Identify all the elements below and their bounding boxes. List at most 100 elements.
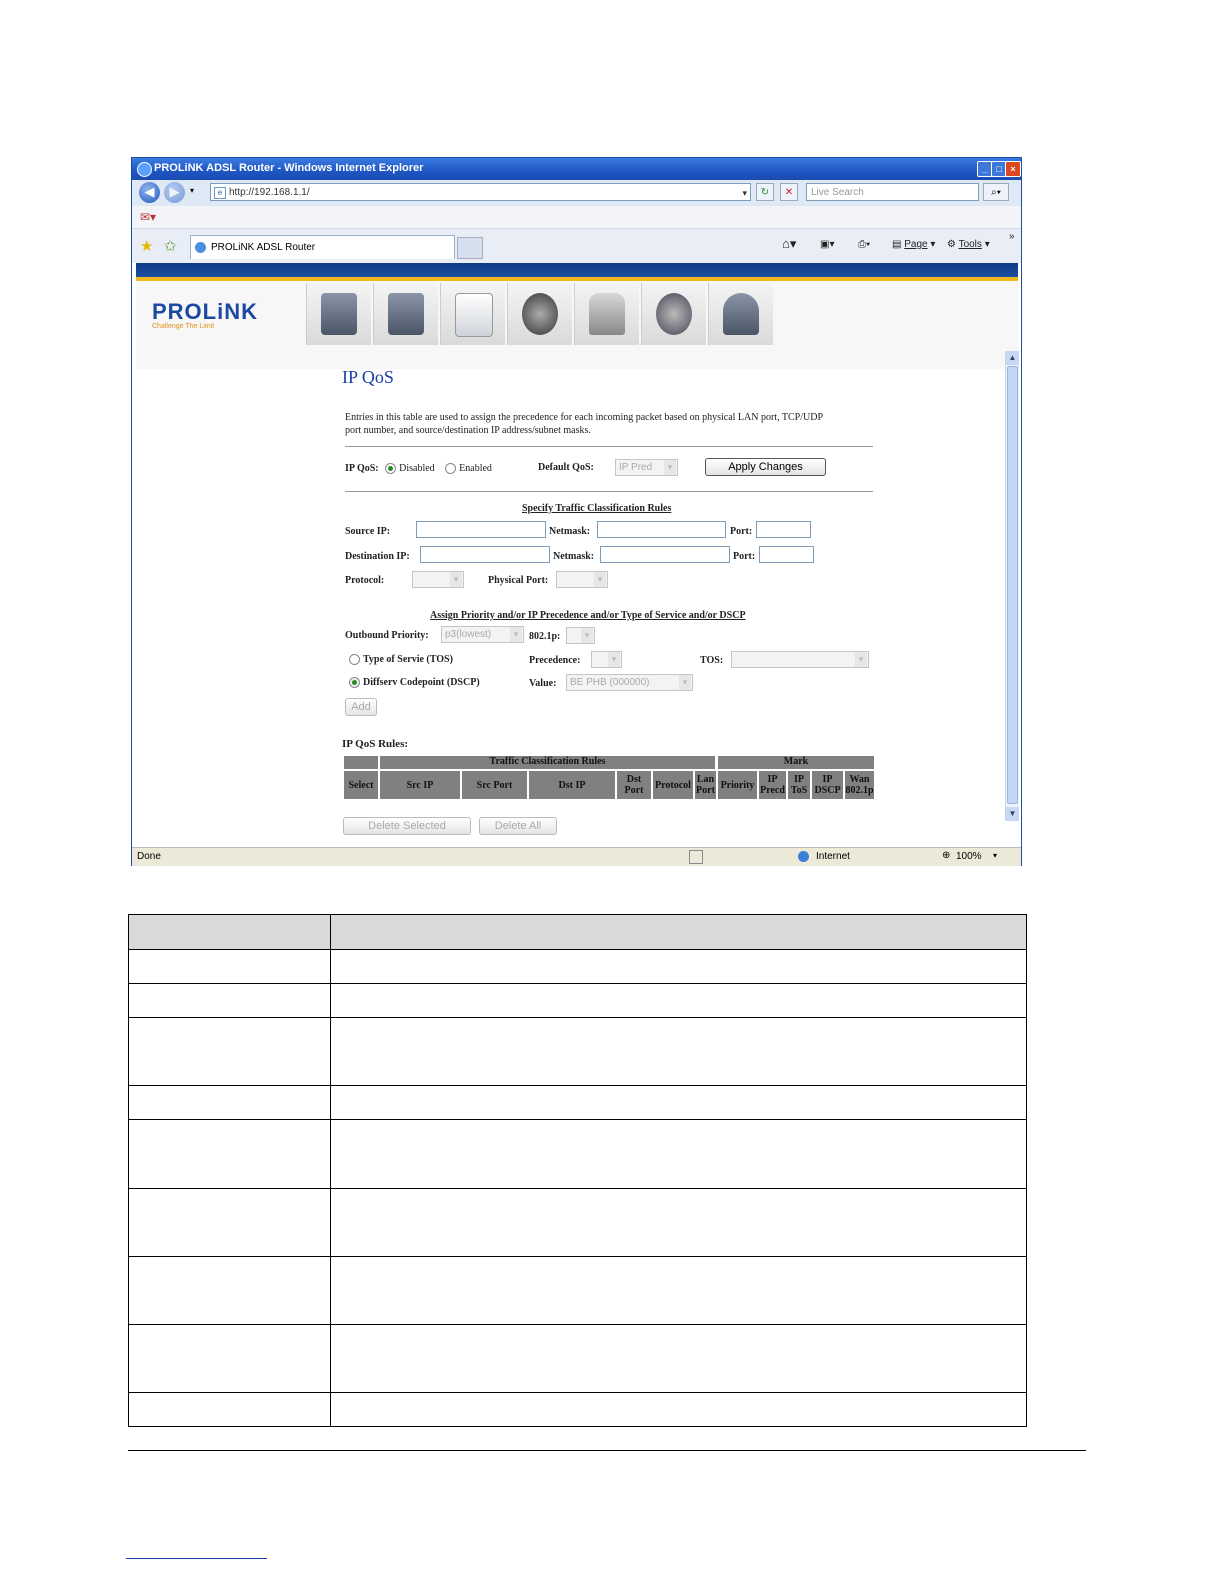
zoom-icon[interactable]: ⊕	[942, 850, 950, 861]
source-netmask-input[interactable]	[597, 521, 726, 538]
add-favorites-icon[interactable]: ✩	[164, 237, 177, 255]
page-menu-label: Page	[904, 239, 928, 250]
forward-icon[interactable]: ▶	[164, 182, 185, 203]
favorites-icon[interactable]: ★	[140, 237, 153, 255]
delete-selected-button[interactable]: Delete Selected	[343, 817, 471, 835]
stop-icon[interactable]: ✕	[780, 183, 798, 201]
rules-column-header: Wan 802.1p	[844, 770, 875, 800]
tos-radio[interactable]	[349, 654, 360, 666]
outbound-priority-select[interactable]: p3(lowest)	[441, 626, 524, 643]
dest-ip-label: Destination IP:	[345, 551, 410, 562]
dscp-option: Diffserv Codepoint (DSCP)	[349, 677, 480, 689]
status-text: Done	[137, 851, 161, 862]
print-icon[interactable]: ⎙▾	[858, 239, 870, 250]
intro-text: Entries in this table are used to assign…	[345, 411, 875, 437]
divider	[345, 446, 873, 447]
address-dropdown-icon[interactable]: ▾	[742, 184, 747, 202]
table-row	[128, 1255, 1027, 1325]
address-text: http://192.168.1.1/	[229, 187, 310, 198]
tab-ie-icon	[195, 242, 206, 253]
footer-rule	[128, 1450, 1086, 1451]
footnote-rule	[126, 1558, 267, 1559]
dot1p-label: 802.1p:	[529, 631, 561, 642]
rules-column-header: IP DSCP	[811, 770, 844, 800]
table-cell	[330, 1323, 1027, 1393]
tab-router[interactable]: PROLiNK ADSL Router	[190, 235, 455, 259]
page-icon: e	[214, 187, 226, 199]
prolink-logo: PROLiNK	[152, 299, 258, 324]
table-cell	[330, 1391, 1027, 1428]
security-icon[interactable]	[574, 283, 639, 345]
delete-all-button[interactable]: Delete All	[479, 817, 557, 835]
dot1p-select[interactable]	[566, 627, 595, 644]
dscp-radio[interactable]	[349, 677, 360, 689]
default-qos-select[interactable]: IP Pred	[615, 459, 678, 476]
tos-select[interactable]	[731, 651, 869, 668]
admin-icon[interactable]	[708, 283, 773, 345]
apply-changes-button[interactable]: Apply Changes	[705, 458, 826, 476]
search-icon[interactable]: ⌕▾	[983, 183, 1009, 201]
default-qos-label: Default QoS:	[538, 462, 594, 473]
browser-window: PROLiNK ADSL Router - Windows Internet E…	[131, 157, 1022, 866]
table-row	[128, 1017, 1027, 1087]
table-row	[128, 1391, 1027, 1428]
protocol-select[interactable]	[412, 571, 464, 588]
dest-ip-input[interactable]	[420, 546, 550, 563]
rules-column-header: IP ToS	[787, 770, 811, 800]
dest-port-label: Port:	[733, 551, 756, 562]
address-input[interactable]: e http://192.168.1.1/ ▾	[210, 183, 751, 201]
advanced-icon[interactable]	[440, 283, 505, 345]
protocol-label: Protocol:	[345, 575, 385, 586]
dest-netmask-label: Netmask:	[553, 551, 595, 562]
outbound-priority-label: Outbound Priority:	[345, 630, 429, 641]
scroll-down-icon[interactable]: ▼	[1006, 807, 1019, 821]
table-cell	[330, 1085, 1027, 1121]
scroll-thumb[interactable]	[1007, 366, 1018, 804]
add-button[interactable]: Add	[345, 698, 377, 716]
dscp-value-select[interactable]: BE PHB (000000)	[566, 674, 693, 691]
search-placeholder: Live Search	[811, 187, 864, 198]
zoom-dropdown-icon[interactable]: ▾	[993, 851, 997, 860]
tab-bar: ★ ✩ PROLiNK ADSL Router ⌂▾ ▣▾ ⎙▾ ▤ Page …	[132, 229, 1021, 263]
disabled-label: Disabled	[399, 463, 435, 474]
zoom-level[interactable]: 100%	[956, 851, 982, 862]
table-cell	[128, 949, 331, 985]
page-title: IP QoS	[342, 367, 394, 387]
maintenance-icon[interactable]	[641, 283, 706, 345]
protected-mode-icon	[689, 850, 703, 864]
search-input[interactable]: Live Search	[806, 183, 979, 201]
scroll-up-icon[interactable]: ▲	[1006, 351, 1019, 365]
service-icon[interactable]	[507, 283, 572, 345]
group-traffic-header: Traffic Classification Rules	[379, 755, 716, 770]
precedence-select[interactable]	[591, 651, 622, 668]
enabled-radio[interactable]	[445, 463, 457, 475]
refresh-icon[interactable]: ↻	[756, 183, 774, 201]
ie-logo-icon	[137, 162, 152, 177]
setup-icon[interactable]	[373, 283, 438, 345]
dest-netmask-input[interactable]	[600, 546, 730, 563]
feeds-icon[interactable]: ▣▾	[820, 239, 834, 250]
tools-menu[interactable]: ⚙ Tools ▾	[947, 239, 990, 250]
rules-column-header: Src Port	[461, 770, 528, 800]
rules-column-header: IP Precd	[758, 770, 787, 800]
dest-port-input[interactable]	[759, 546, 814, 563]
source-port-input[interactable]	[756, 521, 811, 538]
disabled-radio[interactable]	[385, 463, 397, 475]
table-row	[128, 949, 1027, 985]
physical-port-select[interactable]	[556, 571, 608, 588]
dscp-radio-label: Diffserv Codepoint (DSCP)	[363, 677, 480, 688]
table-row	[128, 983, 1027, 1019]
status-icon[interactable]	[306, 283, 371, 345]
new-tab-button[interactable]	[457, 237, 483, 259]
page-menu[interactable]: ▤ Page ▾	[892, 239, 935, 250]
rules-column-header: Dst IP	[528, 770, 616, 800]
source-port-label: Port:	[730, 526, 753, 537]
close-icon[interactable]: ×	[1005, 161, 1021, 177]
more-chevron-icon[interactable]: »	[1009, 231, 1015, 242]
source-ip-input[interactable]	[416, 521, 546, 538]
translate-icon[interactable]: ✉▾	[140, 210, 156, 224]
back-icon[interactable]: ◀	[139, 182, 160, 203]
home-icon[interactable]: ⌂▾	[782, 236, 796, 252]
vertical-scrollbar[interactable]: ▲ ▼	[1005, 351, 1019, 821]
history-dropdown-icon[interactable]: ▾	[190, 186, 194, 195]
